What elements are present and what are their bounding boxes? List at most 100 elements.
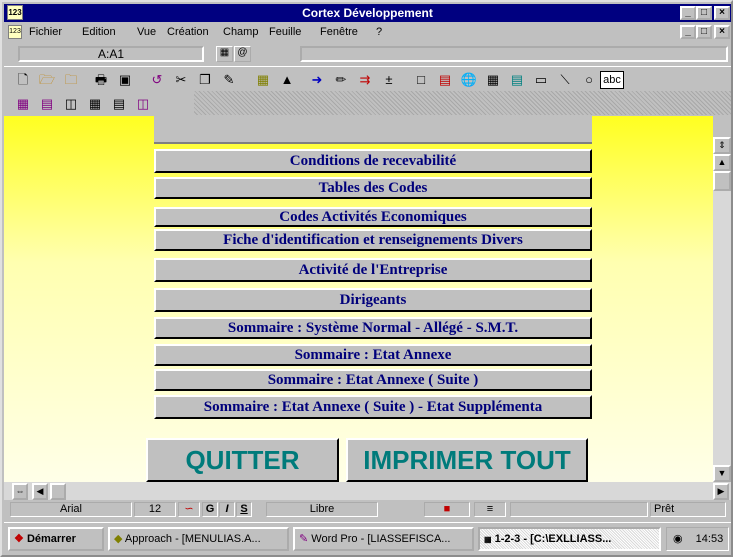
menu-help[interactable]: ? — [376, 26, 382, 38]
task-approach[interactable]: ◆ Approach - [MENULIAS.A... — [108, 527, 289, 551]
paste-icon[interactable]: ✎ — [218, 70, 240, 90]
conditions-button[interactable]: Conditions de recevabilité — [154, 149, 592, 173]
form-icon[interactable]: ▦ — [12, 94, 34, 114]
sommaire-annexe-suite-button[interactable]: Sommaire : Etat Annexe ( Suite ) — [154, 369, 592, 391]
style-brush-icon[interactable]: ✏ — [330, 70, 352, 90]
chart-icon[interactable]: ▤ — [434, 70, 456, 90]
scroll-up-arrow-icon[interactable]: ▲ — [713, 154, 731, 171]
cell-address-box[interactable]: A:A1 — [18, 46, 204, 62]
range-icon[interactable]: ▦ — [252, 70, 274, 90]
h-scroll-thumb[interactable] — [50, 483, 66, 500]
columns-icon[interactable]: ◫ — [60, 94, 82, 114]
quit-button[interactable]: QUITTER — [146, 438, 339, 482]
menu-champ[interactable]: Champ — [223, 26, 258, 38]
open-file-icon[interactable]: 🗁 — [36, 70, 58, 90]
fiche-identification-button[interactable]: Fiche d'identification et renseignements… — [154, 229, 592, 251]
grid-icon[interactable]: ▦ — [84, 94, 106, 114]
query-icon[interactable]: ▦ — [482, 70, 504, 90]
split-icon[interactable]: ⇕ — [713, 137, 731, 154]
navigator-icon[interactable]: ▦ — [216, 46, 233, 62]
ellipse-icon[interactable]: ○ — [578, 70, 600, 90]
text-block-icon[interactable]: abc — [600, 71, 624, 89]
bold-button[interactable]: G — [202, 502, 218, 517]
print-all-button[interactable]: IMPRIMER TOUT — [346, 438, 588, 482]
window-icon[interactable]: ▤ — [108, 94, 130, 114]
page-icon[interactable]: ◫ — [132, 94, 154, 114]
font-name-selector[interactable]: Arial — [10, 502, 132, 517]
copy-icon[interactable]: ❐ — [194, 70, 216, 90]
sheet-icon[interactable]: ▤ — [36, 94, 58, 114]
contents-box[interactable] — [300, 46, 728, 62]
menu-fichier[interactable]: Fichier — [29, 26, 62, 38]
sommaire-etat-supplementaire-button[interactable]: Sommaire : Etat Annexe ( Suite ) - Etat … — [154, 395, 592, 419]
worksheet-area: Conditions de recevabilité Tables des Co… — [4, 116, 713, 482]
secondary-toolbar: ▦ ▤ ◫ ▦ ▤ ◫ — [4, 91, 731, 115]
split-horizontal-icon[interactable]: ⇔ — [12, 483, 28, 500]
taskbar: ❖ Démarrer ◆ Approach - [MENULIAS.A... ✎… — [4, 522, 731, 553]
print-icon[interactable]: 🖶 — [90, 70, 112, 90]
database-icon[interactable]: ▤ — [506, 70, 528, 90]
status-field — [510, 502, 648, 517]
text-color-icon[interactable]: ∽ — [178, 502, 200, 517]
task-123-label: 1-2-3 - [C:\EXLLIASS... — [494, 533, 612, 545]
doc-close-button[interactable]: × — [714, 25, 730, 39]
color-swatch-icon[interactable]: ■ — [424, 502, 470, 517]
close-button[interactable]: × — [714, 6, 730, 20]
main-window: 123 Cortex Développement _ □ × 123 Fichi… — [0, 0, 733, 557]
task-wordpro[interactable]: ✎ Word Pro - [LIASSEFISCA... — [293, 527, 474, 551]
status-bar: Arial 12 ∽ G I S Libre ■ ≡ Prêt — [4, 500, 731, 519]
doc-minimize-button[interactable]: _ — [680, 25, 696, 39]
scroll-left-arrow-icon[interactable]: ◀ — [32, 483, 48, 500]
style-selector[interactable]: Libre — [266, 502, 378, 517]
title-bar[interactable]: 123 Cortex Développement _ □ × — [4, 4, 731, 22]
italic-button[interactable]: I — [219, 502, 235, 517]
speaker-icon[interactable]: ◉ — [673, 533, 683, 545]
windows-logo-icon: ❖ — [14, 533, 24, 545]
go-to-icon[interactable]: ➜ — [306, 70, 328, 90]
minimize-button[interactable]: _ — [680, 6, 696, 20]
tables-codes-button[interactable]: Tables des Codes — [154, 177, 592, 199]
task-123[interactable]: ▦ 1-2-3 - [C:\EXLLIASS... — [478, 527, 661, 551]
lotus-123-icon: ▦ — [484, 535, 492, 544]
fill-icon[interactable]: ⇉ — [354, 70, 376, 90]
scroll-right-arrow-icon[interactable]: ▶ — [713, 483, 729, 500]
select-icon[interactable]: □ — [410, 70, 432, 90]
line-icon[interactable]: ⟍ — [554, 70, 576, 90]
map-icon[interactable]: 🌐 — [458, 70, 480, 90]
menu-feuille[interactable]: Feuille — [269, 26, 301, 38]
cut-icon[interactable]: ✂ — [170, 70, 192, 90]
clock[interactable]: 14:53 — [696, 533, 724, 545]
sommaire-etat-annexe-button[interactable]: Sommaire : Etat Annexe — [154, 344, 592, 366]
toolbar-background — [194, 91, 731, 115]
start-button[interactable]: ❖ Démarrer — [8, 527, 104, 551]
menu-fenetre[interactable]: Fenêtre — [320, 26, 358, 38]
scroll-down-arrow-icon[interactable]: ▼ — [713, 465, 731, 482]
alignment-icon[interactable]: ≡ — [474, 502, 506, 517]
new-file-icon[interactable]: 🗋 — [12, 70, 34, 90]
codes-activites-button[interactable]: Codes Activités Economiques — [154, 207, 592, 227]
scroll-thumb[interactable] — [713, 171, 731, 191]
save-file-icon[interactable]: 🗀 — [60, 70, 82, 90]
task-approach-label: Approach - [MENULIAS.A... — [124, 533, 261, 545]
font-size-selector[interactable]: 12 — [134, 502, 176, 517]
horizontal-scrollbar[interactable]: ⇔ ◀ ▶ — [4, 482, 731, 500]
vertical-scrollbar[interactable]: ⇕ ▲ ▼ — [713, 137, 731, 482]
at-function-icon[interactable]: @ — [234, 46, 251, 62]
smarticon-bar: 🗋 🗁 🗀 🖶 ▣ ↺ ✂ ❐ ✎ ▦ ▲ ➜ ✏ ⇉ ± □ ▤ 🌐 ▦ ▤ … — [4, 66, 731, 91]
maximize-button[interactable]: □ — [696, 6, 712, 20]
doc-maximize-button[interactable]: □ — [696, 25, 712, 39]
menu-creation[interactable]: Création — [167, 26, 209, 38]
underline-button[interactable]: S — [236, 502, 252, 517]
undo-icon[interactable]: ↺ — [146, 70, 168, 90]
dirigeants-button[interactable]: Dirigeants — [154, 288, 592, 312]
sum-icon[interactable]: ± — [378, 70, 400, 90]
activite-entreprise-button[interactable]: Activité de l'Entreprise — [154, 258, 592, 282]
rectangle-icon[interactable]: ▭ — [530, 70, 552, 90]
menu-edition[interactable]: Edition — [82, 26, 116, 38]
sommaire-systeme-button[interactable]: Sommaire : Système Normal - Allégé - S.M… — [154, 317, 592, 339]
menu-vue[interactable]: Vue — [137, 26, 156, 38]
sort-icon[interactable]: ▲ — [276, 70, 298, 90]
document-icon[interactable]: 123 — [8, 25, 22, 39]
print-preview-icon[interactable]: ▣ — [114, 70, 136, 90]
task-wordpro-label: Word Pro - [LIASSEFISCA... — [311, 533, 451, 545]
